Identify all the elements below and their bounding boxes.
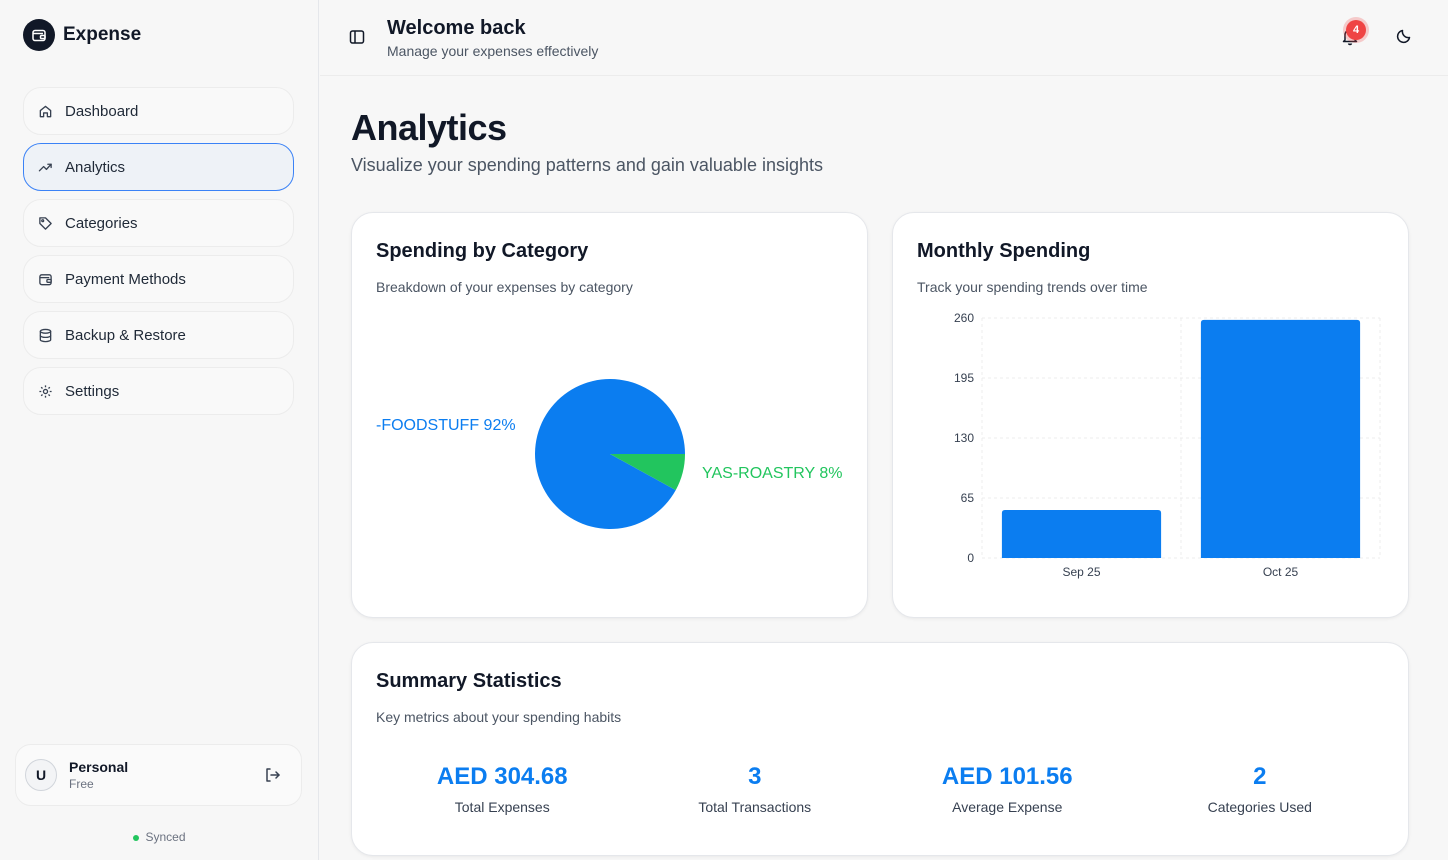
sidebar-item-analytics[interactable]: Analytics xyxy=(23,143,294,191)
account-plan: Free xyxy=(69,777,94,791)
spending-by-category-card: Spending by Category Breakdown of your e… xyxy=(351,212,868,618)
wallet-icon xyxy=(37,271,53,287)
pie-label: -FOODSTUFF 92% xyxy=(376,417,516,434)
sidebar: Expense Dashboard Analytics Categories P… xyxy=(0,0,319,860)
top-header: Welcome back Manage your expenses effect… xyxy=(320,0,1448,76)
trending-up-icon xyxy=(37,159,53,175)
y-tick-label: 65 xyxy=(961,491,975,505)
sidebar-item-label: Categories xyxy=(65,214,138,232)
stat-label: Total Expenses xyxy=(454,799,550,815)
stat-total-expenses: AED 304.68 Total Expenses xyxy=(376,743,629,837)
stat-label: Categories Used xyxy=(1207,799,1312,815)
x-tick-label: Oct 25 xyxy=(1263,565,1299,579)
moon-icon[interactable] xyxy=(1396,28,1414,46)
sync-status: Synced xyxy=(0,830,319,844)
y-tick-label: 130 xyxy=(954,431,974,445)
stat-total-transactions: 3 Total Transactions xyxy=(629,743,882,837)
summary-statistics-card: Summary Statistics Key metrics about you… xyxy=(351,642,1409,856)
stat-categories-used: 2 Categories Used xyxy=(1134,743,1387,837)
y-tick-label: 0 xyxy=(967,551,974,565)
sidebar-item-categories[interactable]: Categories xyxy=(23,199,294,247)
stat-average-expense: AED 101.56 Average Expense xyxy=(881,743,1134,837)
gear-icon xyxy=(37,383,53,399)
card-title: Summary Statistics xyxy=(376,670,562,692)
header-title: Welcome back xyxy=(387,17,526,39)
bar-chart[interactable]: 0 65 130 195 260 Sep 25 Oct 25 xyxy=(893,213,1410,619)
y-tick-label: 260 xyxy=(954,311,974,325)
page-title: Analytics xyxy=(351,107,507,148)
account-card[interactable]: U Personal Free xyxy=(15,744,302,806)
header-subtitle: Manage your expenses effectively xyxy=(387,43,599,59)
pie-chart[interactable]: -FOODSTUFF 92% YAS-ROASTRY 8% xyxy=(352,213,869,619)
wallet-logo-icon xyxy=(23,19,55,51)
sync-dot-icon xyxy=(133,834,140,841)
pie-label: YAS-ROASTRY 8% xyxy=(702,465,843,482)
sidebar-toggle-icon[interactable] xyxy=(348,28,366,46)
sidebar-item-backup-restore[interactable]: Backup & Restore xyxy=(23,311,294,359)
home-icon xyxy=(37,103,53,119)
sidebar-item-payment-methods[interactable]: Payment Methods xyxy=(23,255,294,303)
stat-label: Total Transactions xyxy=(698,799,812,815)
card-subtitle: Key metrics about your spending habits xyxy=(376,709,622,725)
sidebar-item-label: Analytics xyxy=(65,158,126,176)
sidebar-item-label: Settings xyxy=(65,382,120,400)
stat-value: AED 304.68 xyxy=(436,763,568,790)
x-tick-label: Sep 25 xyxy=(1062,565,1100,579)
sidebar-item-label: Backup & Restore xyxy=(65,326,186,344)
stat-value: 3 xyxy=(748,763,762,790)
stats-row: AED 304.68 Total Expenses 3 Total Transa… xyxy=(376,743,1386,837)
y-tick-label: 195 xyxy=(954,371,974,385)
sidebar-item-dashboard[interactable]: Dashboard xyxy=(23,87,294,135)
stat-label: Average Expense xyxy=(952,799,1063,815)
avatar: U xyxy=(25,759,57,791)
notification-badge[interactable]: 4 xyxy=(1346,20,1366,40)
database-icon xyxy=(37,327,53,343)
logout-icon[interactable] xyxy=(263,766,281,784)
sidebar-item-label: Dashboard xyxy=(65,102,139,120)
stat-value: 2 xyxy=(1253,763,1267,790)
bar[interactable] xyxy=(1001,510,1162,558)
account-name: Personal xyxy=(69,759,129,775)
bar[interactable] xyxy=(1200,319,1361,558)
brand-name: Expense xyxy=(63,24,142,45)
monthly-spending-card: Monthly Spending Track your spending tre… xyxy=(892,212,1409,618)
stat-value: AED 101.56 xyxy=(941,763,1073,790)
sidebar-nav: Dashboard Analytics Categories Payment M… xyxy=(23,87,294,423)
brand[interactable]: Expense xyxy=(23,19,141,51)
page-subtitle: Visualize your spending patterns and gai… xyxy=(351,155,823,175)
tag-icon xyxy=(37,215,53,231)
sidebar-item-label: Payment Methods xyxy=(65,270,186,288)
sidebar-item-settings[interactable]: Settings xyxy=(23,367,294,415)
